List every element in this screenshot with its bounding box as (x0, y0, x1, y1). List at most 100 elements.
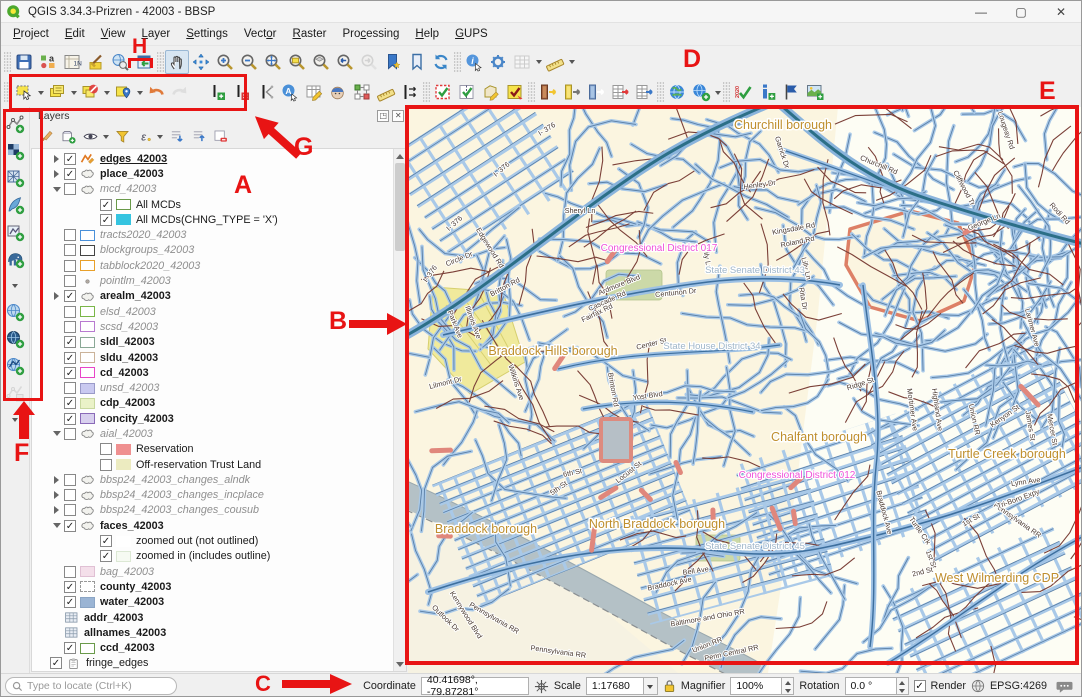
layer-checkbox[interactable]: ✓ (64, 336, 76, 348)
layer-item-bbsp24-42003-changes-cousub[interactable]: bbsp24_42003_changes_cousub (32, 503, 393, 518)
layer-item-edges-42003[interactable]: ✓edges_42003 (32, 151, 393, 166)
deselect-features-dropdown-icon[interactable] (102, 80, 111, 104)
expander-icon[interactable] (50, 506, 64, 514)
manage-map-themes-dropdown-icon[interactable] (102, 124, 111, 148)
layer-item-zoomed-out-not-outlined-[interactable]: ✓zoomed out (not outlined) (32, 533, 393, 548)
info-add-tool-button[interactable] (755, 80, 779, 104)
layer-item-cd-42003[interactable]: ✓cd_42003 (32, 365, 393, 380)
layer-checkbox[interactable]: ✓ (64, 290, 76, 302)
layer-item-pointlm-42003[interactable]: pointlm_42003 (32, 273, 393, 288)
layer-checkbox[interactable]: ✓ (100, 550, 112, 562)
layer-item-bbsp24-42003-changes-incplace[interactable]: bbsp24_42003_changes_incplace (32, 488, 393, 503)
layer-checkbox[interactable] (64, 474, 76, 486)
layer-item-county-42003[interactable]: ✓county_42003 (32, 579, 393, 594)
layer-item-blockgroups-42003[interactable]: blockgroups_42003 (32, 243, 393, 258)
expander-icon[interactable] (50, 183, 64, 196)
menu-view[interactable]: View (93, 26, 134, 42)
layer-checkbox[interactable]: ✓ (64, 413, 76, 425)
layer-checkbox[interactable] (64, 244, 76, 256)
layer-item-water-42003[interactable]: ✓water_42003 (32, 595, 393, 610)
extents-toggle-icon[interactable] (534, 679, 549, 694)
measure-button[interactable] (543, 50, 567, 74)
layer-item-reservation[interactable]: Reservation (32, 442, 393, 457)
add-group-button[interactable] (58, 126, 79, 147)
add-postgis-layer-dropdown-icon[interactable] (10, 273, 19, 297)
scroll-up-icon[interactable] (394, 149, 406, 162)
collapse-all-button[interactable] (188, 126, 209, 147)
import-panel-3-button[interactable] (584, 80, 608, 104)
style-manager-button[interactable]: a (36, 50, 60, 74)
add-vector-layer-button[interactable] (3, 111, 27, 136)
minimize-button[interactable]: — (961, 1, 1001, 22)
manage-map-themes-button[interactable] (80, 126, 101, 147)
add-raster-layer-button[interactable] (3, 138, 27, 163)
menu-processing[interactable]: Processing (334, 26, 407, 42)
gups-review-tool-button[interactable] (326, 80, 350, 104)
split-line-button[interactable] (254, 80, 278, 104)
select-features-button[interactable] (12, 80, 36, 104)
layer-checkbox[interactable]: ✓ (64, 642, 76, 654)
review-change-4-button[interactable] (503, 80, 527, 104)
refresh-map-button[interactable] (429, 50, 453, 74)
layer-item-unsd-42003[interactable]: unsd_42003 (32, 380, 393, 395)
menu-help[interactable]: Help (407, 26, 447, 42)
undo-button[interactable] (144, 80, 168, 104)
add-basemap-button[interactable] (689, 80, 713, 104)
layer-item-fringe-edges[interactable]: ✓fringe_edges (32, 656, 393, 671)
layer-checkbox[interactable]: ✓ (64, 352, 76, 364)
scroll-thumb[interactable] (395, 163, 405, 251)
layer-checkbox[interactable] (64, 504, 76, 516)
close-panel-button[interactable]: ✕ (392, 110, 404, 122)
layer-item-all-mcds-chng-type-x-[interactable]: ✓All MCDs(CHNG_TYPE = 'X') (32, 212, 393, 227)
expander-icon[interactable] (50, 519, 64, 532)
layer-checkbox[interactable]: ✓ (100, 535, 112, 547)
layer-item-ccd-42003[interactable]: ✓ccd_42003 (32, 641, 393, 656)
expand-all-button[interactable] (166, 126, 187, 147)
layer-item-bbsp24-42003-changes-alndk[interactable]: bbsp24_42003_changes_alndk (32, 472, 393, 487)
layer-item-zoomed-in-includes-outline-[interactable]: ✓zoomed in (includes outline) (32, 549, 393, 564)
layer-checkbox[interactable] (64, 489, 76, 501)
menu-edit[interactable]: Edit (57, 26, 93, 42)
add-mesh-layer-button[interactable] (3, 165, 27, 190)
add-basemap-dropdown-icon[interactable] (713, 80, 722, 104)
offset-tool-button[interactable] (398, 80, 422, 104)
layer-checkbox[interactable] (64, 275, 76, 287)
layer-checkbox[interactable]: ✓ (64, 596, 76, 608)
layer-checkbox[interactable] (64, 260, 76, 272)
menu-gups[interactable]: GUPS (447, 26, 496, 42)
layer-item-concity-42003[interactable]: ✓concity_42003 (32, 411, 393, 426)
magnifier-input[interactable]: 100% (730, 677, 782, 695)
expander-icon[interactable] (50, 170, 64, 178)
layer-checkbox[interactable] (64, 306, 76, 318)
layer-checkbox[interactable]: ✓ (64, 581, 76, 593)
delete-linework-button[interactable] (230, 80, 254, 104)
menu-project[interactable]: Project (5, 26, 57, 42)
open-layer-styling-button[interactable] (36, 126, 57, 147)
layer-checkbox[interactable] (64, 428, 76, 440)
layer-checkbox[interactable]: ✓ (64, 397, 76, 409)
map-canvas[interactable]: I- 376I- 376I- 376I- 376Sheryl LnEdgewoo… (408, 107, 1081, 673)
maximize-button[interactable]: ▢ (1001, 1, 1041, 22)
layer-item-cdp-42003[interactable]: ✓cdp_42003 (32, 396, 393, 411)
deselect-features-button[interactable] (78, 80, 102, 104)
filter-legend-button[interactable] (112, 126, 133, 147)
layer-item-aial-42003[interactable]: aial_42003 (32, 426, 393, 441)
rotation-input[interactable]: 0.0 ° (845, 677, 897, 695)
scale-dropdown-icon[interactable] (644, 677, 658, 695)
layer-item-tabblock2020-42003[interactable]: tabblock2020_42003 (32, 258, 393, 273)
identify-features-button[interactable]: i (462, 50, 486, 74)
expander-icon[interactable] (50, 427, 64, 440)
zoom-out-button[interactable] (237, 50, 261, 74)
layer-checkbox[interactable]: ✓ (64, 153, 76, 165)
magnifier-spinner[interactable] (782, 677, 794, 695)
layer-item-place-42003[interactable]: ✓place_42003 (32, 166, 393, 181)
layer-item-mcd-42003[interactable]: mcd_42003 (32, 182, 393, 197)
add-spatialite-layer-button[interactable] (3, 219, 27, 244)
layer-item-allnames-42003[interactable]: allnames_42003 (32, 625, 393, 640)
layer-checkbox[interactable] (64, 382, 76, 394)
layer-checkbox[interactable] (64, 566, 76, 578)
topology-tool-button[interactable] (350, 80, 374, 104)
menu-raster[interactable]: Raster (285, 26, 335, 42)
show-bookmarks-button[interactable] (405, 50, 429, 74)
layer-checkbox[interactable]: ✓ (64, 168, 76, 180)
